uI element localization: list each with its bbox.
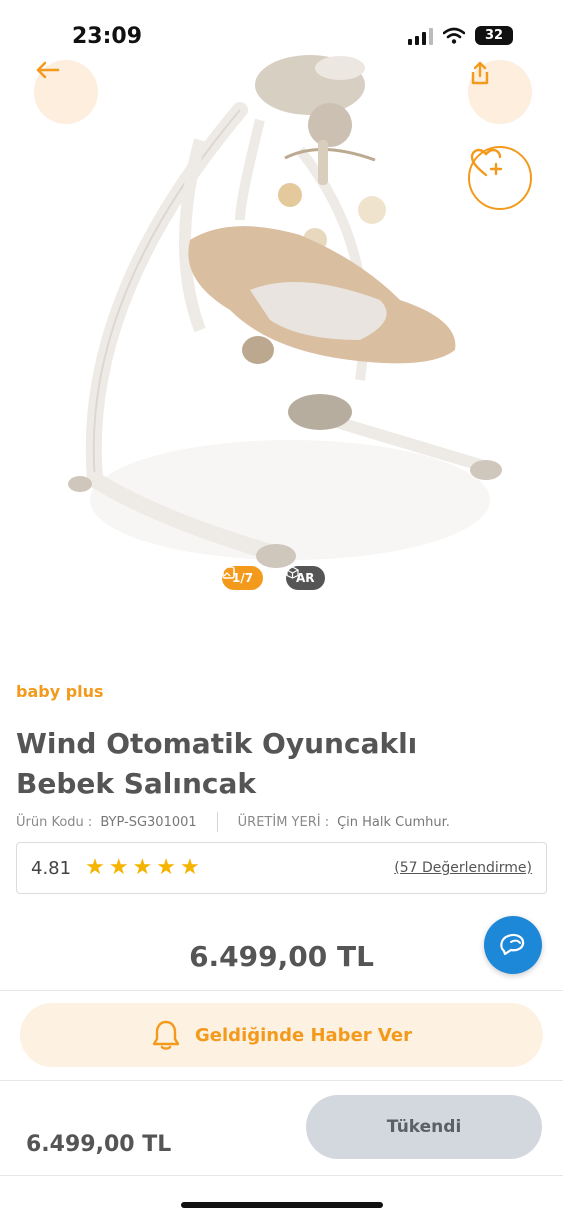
brand-name[interactable]: baby plus <box>16 682 104 701</box>
arrow-left-icon <box>36 61 60 79</box>
title-line-1: Wind Otomatik Oyuncaklı <box>16 727 418 760</box>
notify-label: Geldiğinde Haber Ver <box>195 1024 412 1046</box>
heart-plus-icon <box>470 148 503 177</box>
signal-icon <box>408 27 433 45</box>
bottom-price: 6.499,00 TL <box>26 1132 172 1157</box>
home-indicator[interactable] <box>181 1202 383 1208</box>
title-line-2: Bebek Salıncak <box>16 767 257 800</box>
ar-button[interactable]: AR <box>286 566 325 590</box>
rating-box[interactable]: 4.81 ★ ★ ★ ★ ★ (57 Değerlendirme) <box>16 842 547 894</box>
origin-value: Çin Halk Cumhur. <box>337 814 450 830</box>
reviews-link[interactable]: (57 Değerlendirme) <box>394 860 532 876</box>
wifi-icon <box>443 27 465 44</box>
divider <box>0 1080 563 1081</box>
product-image[interactable]: 1/7 AR <box>0 0 563 600</box>
divider <box>0 1175 563 1176</box>
star-icon: ★ <box>156 855 177 880</box>
cube-icon <box>286 566 299 579</box>
code-label: Ürün Kodu : <box>16 814 93 830</box>
share-button[interactable] <box>468 60 532 124</box>
sold-out-label: Tükendi <box>386 1117 462 1137</box>
image-counter-text: 1/7 <box>232 571 254 585</box>
image-icon <box>222 566 235 579</box>
star-rating: ★ ★ ★ ★ ★ <box>85 857 200 879</box>
origin-label: ÜRETİM YERİ : <box>237 814 330 830</box>
favorite-button[interactable] <box>468 146 532 210</box>
sold-out-button[interactable]: Tükendi <box>306 1095 542 1159</box>
status-indicators: 32 <box>408 26 513 45</box>
bell-icon <box>152 1020 180 1050</box>
star-icon: ★ <box>85 855 105 880</box>
status-bar: 23:09 32 <box>0 0 563 60</box>
divider <box>0 990 563 991</box>
code-value: BYP-SG301001 <box>100 814 197 830</box>
battery-icon: 32 <box>475 26 513 45</box>
notify-when-available-button[interactable]: Geldiğinde Haber Ver <box>20 1003 543 1067</box>
product-meta: Ürün Kodu : BYP-SG301001 ÜRETİM YERİ : Ç… <box>16 812 450 832</box>
back-button[interactable] <box>34 60 98 124</box>
star-icon: ★ <box>180 855 200 880</box>
meta-divider <box>216 812 218 832</box>
image-counter-badge: 1/7 <box>222 566 264 590</box>
status-time: 23:09 <box>72 24 143 49</box>
product-price: 6.499,00 TL <box>189 940 374 973</box>
star-icon: ★ <box>132 855 153 880</box>
product-title: Wind Otomatik Oyuncaklı Bebek Salıncak <box>16 724 536 804</box>
rating-value: 4.81 <box>31 857 72 879</box>
star-icon: ★ <box>108 855 129 880</box>
share-icon <box>471 61 489 85</box>
